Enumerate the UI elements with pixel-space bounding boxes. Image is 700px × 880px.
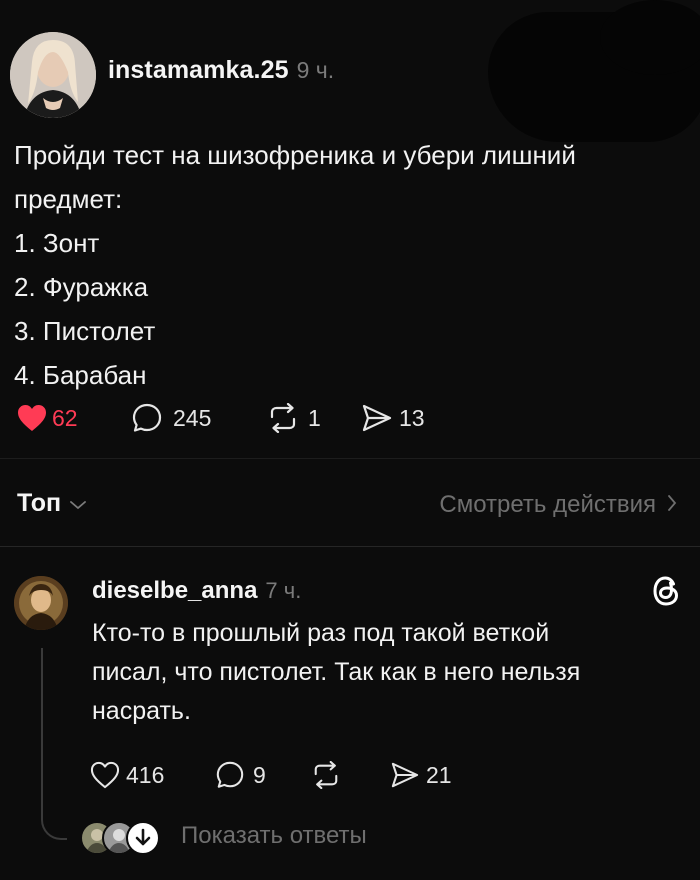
comment-actions: 416 9 21 bbox=[90, 757, 452, 793]
post-time: 9 ч. bbox=[296, 57, 335, 83]
repost-icon bbox=[266, 403, 300, 433]
divider bbox=[0, 458, 700, 459]
post-line: Пройди тест на шизофреника и убери лишни… bbox=[14, 140, 576, 170]
divider bbox=[0, 546, 700, 547]
view-activity-link[interactable]: Смотреть действия bbox=[439, 491, 678, 519]
comment-share-button[interactable]: 21 bbox=[390, 761, 452, 789]
post-line: 4. Барабан bbox=[14, 360, 147, 390]
sort-label: Топ bbox=[17, 489, 62, 517]
comment-text: Кто-то в прошлый раз под такой веткой пи… bbox=[92, 614, 682, 731]
comment-share-count: 21 bbox=[426, 761, 452, 788]
comment-reply-count: 9 bbox=[253, 761, 266, 788]
heart-icon bbox=[90, 761, 120, 789]
comment-time: 7 ч. bbox=[265, 578, 302, 603]
post-line: предмет: bbox=[14, 184, 123, 214]
comment-reply-button[interactable]: 9 bbox=[215, 760, 310, 790]
comment-icon bbox=[131, 402, 163, 434]
post-line: 1. Зонт bbox=[14, 228, 100, 258]
view-activity-label: Смотреть действия bbox=[439, 491, 656, 518]
post-meta: instamamka.25 9 ч. bbox=[108, 56, 334, 85]
repost-button[interactable]: 1 bbox=[266, 403, 361, 433]
chevron-right-icon bbox=[666, 491, 678, 519]
comment-line: писал, что пистолет. Так как в него нель… bbox=[92, 658, 581, 686]
share-count: 13 bbox=[399, 404, 425, 431]
show-replies-link[interactable]: Показать ответы bbox=[181, 822, 367, 850]
comment-like-count: 416 bbox=[126, 761, 165, 788]
post-actions: 62 245 1 13 bbox=[16, 400, 425, 436]
share-icon bbox=[361, 403, 393, 433]
post-text: Пройди тест на шизофреника и убери лишни… bbox=[14, 133, 684, 397]
like-button[interactable]: 62 bbox=[16, 403, 131, 433]
comment-line: насрать. bbox=[92, 697, 191, 725]
arrow-down-icon bbox=[126, 821, 160, 855]
repost-count: 1 bbox=[308, 404, 321, 431]
post-username[interactable]: instamamka.25 bbox=[108, 56, 289, 85]
share-button[interactable]: 13 bbox=[361, 403, 425, 433]
reply-avatars[interactable] bbox=[80, 821, 164, 855]
post-line: 3. Пистолет bbox=[14, 316, 156, 346]
comment-like-button[interactable]: 416 bbox=[90, 761, 215, 789]
chevron-down-icon bbox=[69, 489, 87, 518]
thread-line bbox=[41, 648, 67, 840]
comment-button[interactable]: 245 bbox=[131, 402, 266, 434]
share-icon bbox=[390, 761, 420, 789]
commenter-avatar[interactable] bbox=[14, 576, 68, 630]
comment-meta: dieselbe_anna 7 ч. bbox=[92, 577, 301, 605]
like-count: 62 bbox=[52, 404, 78, 431]
author-avatar[interactable] bbox=[10, 32, 96, 118]
redaction-mark bbox=[600, 0, 700, 75]
repost-icon bbox=[310, 761, 342, 789]
comment-count: 245 bbox=[173, 404, 212, 431]
sort-dropdown[interactable]: Топ bbox=[17, 489, 87, 518]
comment-icon bbox=[215, 760, 245, 790]
threads-icon[interactable] bbox=[651, 574, 681, 613]
comment-line: Кто-то в прошлый раз под такой веткой bbox=[92, 619, 550, 647]
post-line: 2. Фуражка bbox=[14, 272, 149, 302]
comment-username[interactable]: dieselbe_anna bbox=[92, 577, 257, 605]
heart-icon bbox=[16, 403, 48, 433]
comment-repost-button[interactable] bbox=[310, 761, 390, 789]
